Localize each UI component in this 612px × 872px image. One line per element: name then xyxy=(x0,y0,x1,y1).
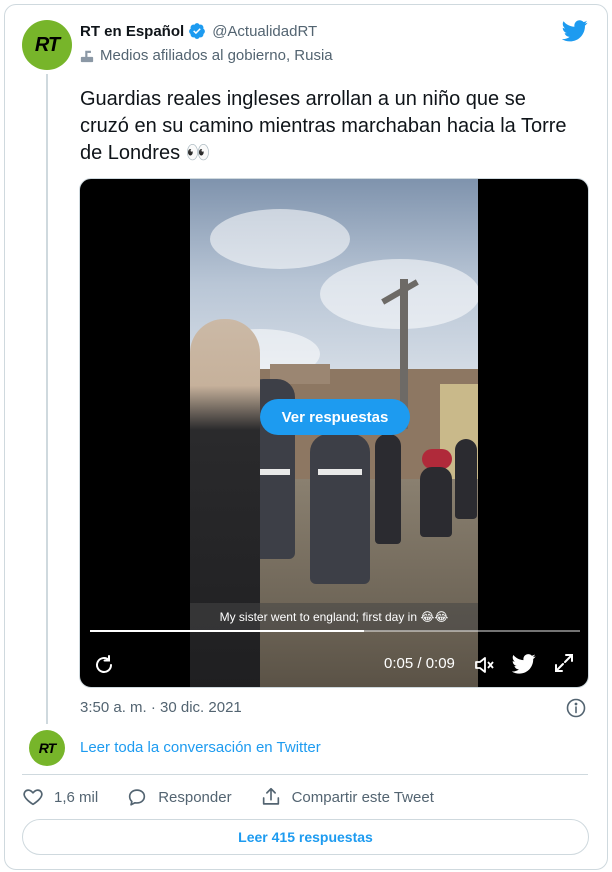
ver-respuestas-button[interactable]: Ver respuestas xyxy=(260,399,410,435)
reply-icon xyxy=(129,789,146,806)
government-label-icon xyxy=(80,50,94,62)
bystander-red-scarf xyxy=(422,449,452,469)
share-label: Compartir este Tweet xyxy=(291,788,434,806)
video-progress-bar[interactable] xyxy=(90,630,580,632)
tweet-timestamp[interactable]: 3:50 a. m. · 30 dic. 2021 xyxy=(80,699,242,716)
avatar-logo-text: RT xyxy=(38,740,56,756)
reply-label: Responder xyxy=(158,788,232,806)
info-icon[interactable] xyxy=(566,698,586,718)
tweet-text: Guardias reales ingleses arrollan a un n… xyxy=(80,88,567,164)
verified-badge-icon xyxy=(189,23,206,39)
fullscreen-icon[interactable] xyxy=(552,651,576,675)
bystander xyxy=(420,467,452,537)
video-player[interactable]: My sister went to england; first day in … xyxy=(79,178,589,688)
like-action[interactable]: 1,6 mil xyxy=(22,786,98,808)
avatar-logo-text: RT xyxy=(34,33,60,56)
twitter-logo-icon[interactable] xyxy=(512,653,536,675)
replay-icon[interactable] xyxy=(92,653,116,677)
author-name[interactable]: RT en Español xyxy=(80,23,184,40)
read-conversation-link[interactable]: Leer toda la conversación en Twitter xyxy=(80,739,321,756)
twitter-bird-icon[interactable] xyxy=(562,20,588,42)
read-replies-button[interactable]: Leer 415 respuestas xyxy=(22,819,589,855)
woman-foreground xyxy=(190,319,260,687)
share-icon xyxy=(262,787,279,805)
volume-icon[interactable] xyxy=(472,653,496,677)
author-avatar[interactable]: RT xyxy=(22,20,72,70)
author-handle[interactable]: @ActualidadRT xyxy=(212,23,317,40)
tweet-actions: 1,6 mil Responder Compartir este Tweet xyxy=(22,786,462,808)
government-label-text: Medios afiliados al gobierno, Rusia xyxy=(100,47,333,64)
cloud-shape xyxy=(210,209,350,269)
royal-guard xyxy=(310,434,370,584)
like-count: 1,6 mil xyxy=(54,788,99,806)
bystander xyxy=(375,434,401,544)
bystander xyxy=(455,439,477,519)
reply-action[interactable]: Responder xyxy=(126,786,232,808)
share-action[interactable]: Compartir este Tweet xyxy=(260,786,434,808)
thread-line xyxy=(46,74,48,724)
author-name-row: RT en Español @ActualidadRT xyxy=(80,22,317,40)
video-progress-fill xyxy=(90,630,365,632)
video-time: 0:05 / 0:09 xyxy=(384,655,455,672)
divider xyxy=(22,774,588,775)
author-avatar-small[interactable]: RT xyxy=(29,730,65,766)
heart-icon xyxy=(23,789,43,806)
guard-belt xyxy=(318,469,362,475)
government-affiliation-label[interactable]: Medios afiliados al gobierno, Rusia xyxy=(80,47,333,64)
video-caption: My sister went to england; first day in … xyxy=(190,603,478,631)
